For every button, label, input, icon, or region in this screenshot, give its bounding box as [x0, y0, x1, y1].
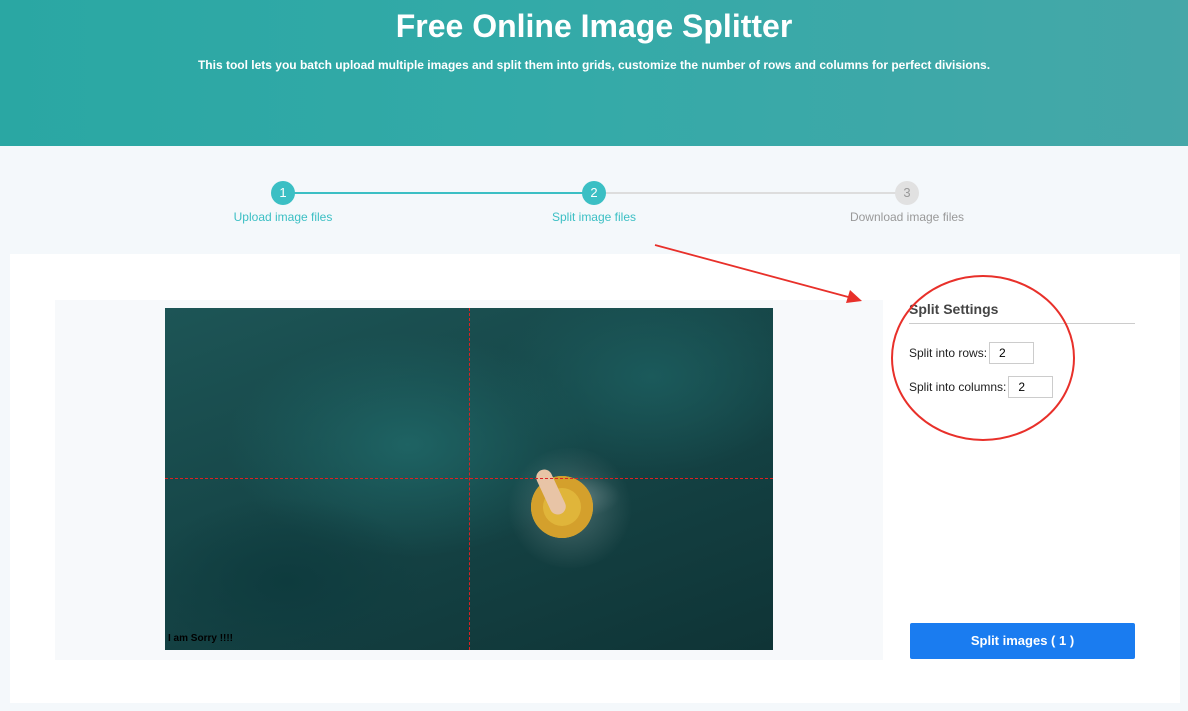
step-line-completed: [283, 192, 594, 194]
columns-setting: Split into columns:: [909, 376, 1135, 398]
image-preview-area: I am Sorry !!!!: [55, 300, 883, 660]
page-title: Free Online Image Splitter: [395, 8, 793, 44]
settings-title: Split Settings: [909, 300, 1135, 324]
image-watermark: I am Sorry !!!!: [168, 633, 234, 644]
page-subtitle: This tool lets you batch upload multiple…: [197, 58, 991, 72]
step-1-circle: 1: [271, 181, 295, 205]
step-3-label: Download image files: [849, 210, 965, 224]
preview-image: I am Sorry !!!!: [165, 308, 773, 650]
main-card: I am Sorry !!!! Split Settings Split int…: [10, 254, 1180, 703]
hero-header: Free Online Image Splitter This tool let…: [0, 0, 1188, 146]
step-1-label: Upload image files: [233, 210, 333, 224]
split-line-horizontal: [165, 478, 773, 479]
split-images-button[interactable]: Split images ( 1 ): [910, 623, 1135, 659]
rows-input[interactable]: [989, 342, 1035, 364]
step-line-pending: [594, 192, 907, 194]
rows-label: Split into rows:: [909, 346, 988, 360]
rows-setting: Split into rows:: [909, 342, 1135, 364]
columns-label: Split into columns:: [909, 380, 1007, 394]
step-2-label: Split image files: [551, 210, 637, 224]
progress-steps: 1 2 3 Upload image files Split image fil…: [0, 146, 1188, 246]
columns-input[interactable]: [1008, 376, 1054, 398]
split-line-vertical: [469, 308, 470, 650]
split-settings-panel: Split Settings Split into rows: Split in…: [909, 300, 1135, 398]
step-2-circle: 2: [582, 181, 606, 205]
step-3-circle: 3: [895, 181, 919, 205]
